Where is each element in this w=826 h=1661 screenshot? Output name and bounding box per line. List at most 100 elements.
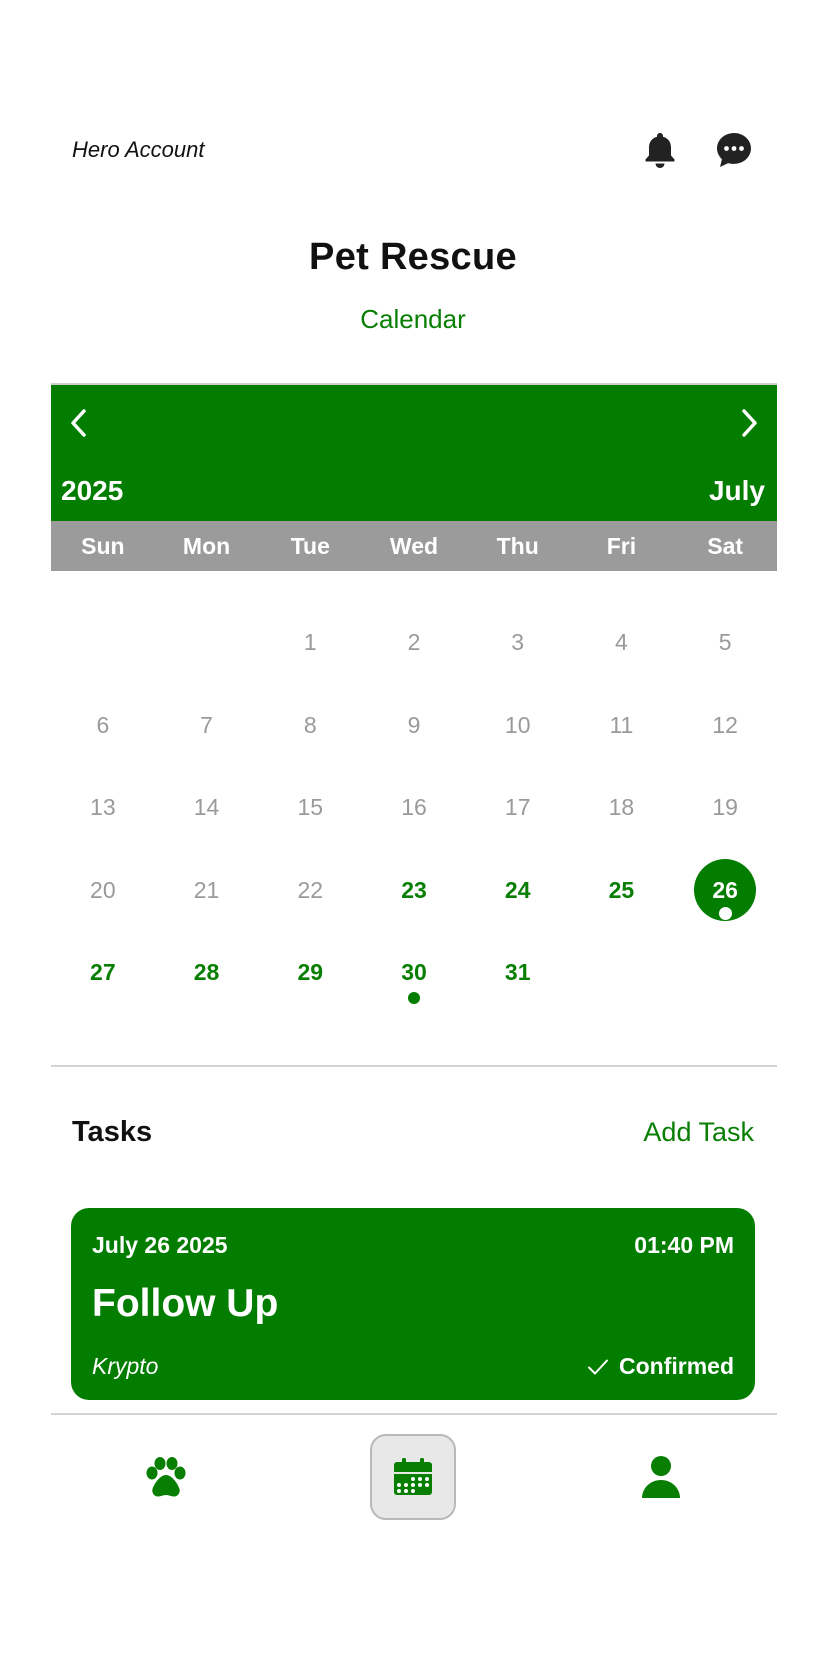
- calendar-day-number: 20: [90, 876, 116, 903]
- calendar-day-empty: [51, 601, 155, 684]
- calendar-day-31[interactable]: 31: [466, 931, 570, 1014]
- calendar-day-number: 28: [193, 959, 220, 985]
- add-task-button[interactable]: Add Task: [643, 1117, 754, 1148]
- weekday-label: Sun: [81, 532, 125, 559]
- calendar-day-4[interactable]: 4: [570, 601, 674, 684]
- nav-pets-button[interactable]: [121, 1432, 211, 1522]
- top-bar-actions: [640, 130, 754, 170]
- calendar-day-number: 15: [297, 794, 324, 820]
- task-status-label: Confirmed: [619, 1353, 734, 1379]
- calendar-day-number: 26: [712, 876, 738, 903]
- calendar-day-empty: [155, 601, 259, 684]
- task-time: 01:40 PM: [634, 1232, 734, 1258]
- calendar-day-21[interactable]: 21: [155, 849, 259, 932]
- tasks-title: Tasks: [72, 1116, 153, 1148]
- calendar-day-number: 10: [504, 711, 531, 738]
- calendar-day-number: 8: [303, 711, 317, 738]
- calendar-day-28[interactable]: 28: [155, 931, 259, 1014]
- calendar-day-number: 3: [511, 629, 525, 655]
- calendar-day-12[interactable]: 12: [673, 684, 777, 767]
- calendar-day-number: 29: [297, 959, 324, 985]
- calendar-day-2[interactable]: 2: [362, 601, 466, 684]
- calendar-day-16[interactable]: 16: [362, 766, 466, 849]
- nav-profile-button[interactable]: [616, 1432, 706, 1522]
- notifications-button[interactable]: [640, 130, 680, 170]
- calendar-day-9[interactable]: 9: [362, 684, 466, 767]
- calendar-day-20[interactable]: 20: [51, 849, 155, 932]
- calendar-day-15[interactable]: 15: [258, 766, 362, 849]
- calendar-day-29[interactable]: 29: [258, 931, 362, 1014]
- calendar-day-number: 30: [401, 959, 427, 985]
- event-indicator-dot: [718, 906, 732, 920]
- nav-calendar-button[interactable]: [368, 1432, 458, 1522]
- calendar-day-number: 19: [712, 794, 738, 820]
- calendar-day-number: 6: [96, 711, 110, 738]
- task-card[interactable]: July 26 2025 01:40 PM Follow Up Krypto C…: [71, 1208, 755, 1400]
- chevron-right-icon: [742, 409, 757, 437]
- calendar-day-23[interactable]: 23: [362, 849, 466, 932]
- calendar-day-10[interactable]: 10: [466, 684, 570, 767]
- calendar-day-number: 1: [303, 629, 317, 655]
- bell-icon: [645, 133, 675, 168]
- calendar-header: 2025 July: [51, 385, 777, 521]
- page-subtitle: Calendar: [360, 304, 466, 334]
- chevron-left-icon: [71, 409, 86, 437]
- task-date: July 26 2025: [92, 1232, 228, 1258]
- task-status: Confirmed: [587, 1353, 734, 1380]
- calendar-day-8[interactable]: 8: [258, 684, 362, 767]
- calendar-day-13[interactable]: 13: [51, 766, 155, 849]
- weekday-label: Mon: [182, 532, 231, 559]
- calendar-day-number: 25: [608, 876, 635, 903]
- calendar-day-24[interactable]: 24: [466, 849, 570, 932]
- calendar-day-18[interactable]: 18: [570, 766, 674, 849]
- calendar-day-17[interactable]: 17: [466, 766, 570, 849]
- calendar-day-number: 14: [193, 794, 220, 820]
- calendar-day-number: 21: [193, 876, 220, 903]
- event-indicator-dot: [407, 992, 420, 1004]
- calendar-day-number: 18: [608, 794, 635, 820]
- calendar-month: July: [708, 475, 765, 506]
- task-title: Follow Up: [92, 1282, 279, 1325]
- calendar-day-19[interactable]: 19: [673, 766, 777, 849]
- previous-month-button[interactable]: [61, 405, 97, 441]
- weekday-label: Tue: [290, 532, 330, 559]
- account-name[interactable]: Hero Account: [72, 137, 204, 163]
- calendar-day-number: 9: [407, 711, 421, 738]
- messages-button[interactable]: [714, 130, 754, 170]
- calendar-day-number: 4: [615, 629, 628, 655]
- calendar-year: 2025: [61, 475, 124, 506]
- calendar-bottom-divider: [51, 1065, 777, 1067]
- calendar-day-number: 11: [609, 711, 634, 738]
- calendar-day-number: 16: [401, 794, 427, 820]
- weekday-label: Sat: [707, 532, 744, 559]
- weekday-label: Fri: [606, 532, 637, 559]
- calendar-day-number: 7: [200, 711, 213, 738]
- page-title: Pet Rescue: [309, 236, 517, 278]
- calendar-day-number: 5: [718, 629, 732, 655]
- weekday-label: Wed: [389, 532, 439, 559]
- calendar-day-14[interactable]: 14: [155, 766, 259, 849]
- calendar-day-30[interactable]: 30: [362, 931, 466, 1014]
- chat-bubble-icon: [717, 133, 751, 167]
- calendar-day-7[interactable]: 7: [155, 684, 259, 767]
- bottom-nav: [0, 1432, 826, 1522]
- calendar-day-grid: 1 2 3 4 5 6 7 8 9 10 11 12 13 14 15 16 17 18 19 20 21 22 23 24 2…: [51, 601, 777, 1014]
- calendar-day-6[interactable]: 6: [51, 684, 155, 767]
- calendar-day-1[interactable]: 1: [258, 601, 362, 684]
- calendar-day-22[interactable]: 22: [258, 849, 362, 932]
- weekday-row: Sun Mon Tue Wed Thu Fri Sat: [51, 521, 777, 571]
- calendar-day-5[interactable]: 5: [673, 601, 777, 684]
- calendar-day-26[interactable]: 26: [673, 849, 777, 932]
- next-month-button[interactable]: [731, 405, 767, 441]
- calendar-day-27[interactable]: 27: [51, 931, 155, 1014]
- top-bar: Hero Account: [72, 128, 754, 172]
- calendar-day-number: 13: [90, 794, 116, 820]
- bottom-nav-divider: [51, 1413, 777, 1415]
- calendar-day-number: 27: [90, 959, 116, 985]
- calendar-day-3[interactable]: 3: [466, 601, 570, 684]
- calendar-day-11[interactable]: 11: [570, 684, 674, 767]
- weekday-label: Thu: [496, 532, 539, 559]
- paw-icon: [146, 1457, 186, 1497]
- calendar-day-25[interactable]: 25: [570, 849, 674, 932]
- calendar-day-number: 12: [712, 711, 738, 738]
